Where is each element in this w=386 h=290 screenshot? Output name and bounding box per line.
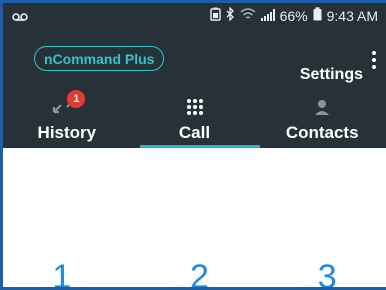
tab-call-label: Call bbox=[178, 123, 211, 142]
wifi-icon bbox=[240, 7, 256, 24]
dial-key-1[interactable]: 1 bbox=[3, 258, 141, 287]
battery-percent: 66% bbox=[279, 7, 308, 24]
bluetooth-icon bbox=[226, 6, 235, 24]
settings-button[interactable]: Settings bbox=[300, 66, 363, 84]
app-bar: nCommand Plus Settings 1 History Call Co… bbox=[3, 29, 386, 148]
tab-contacts[interactable]: Contacts bbox=[258, 90, 386, 148]
signal-icon bbox=[260, 8, 275, 24]
battery-saver-icon bbox=[209, 7, 221, 24]
history-badge: 1 bbox=[67, 90, 86, 108]
dialpad-icon bbox=[186, 98, 204, 121]
overflow-menu-icon[interactable] bbox=[371, 51, 377, 69]
dial-key-2[interactable]: 2 bbox=[141, 258, 259, 287]
voicemail-icon bbox=[12, 9, 28, 25]
dial-key-3[interactable]: 3 bbox=[258, 258, 386, 287]
tab-contacts-label: Contacts bbox=[285, 123, 359, 142]
clock: 9:43 AM bbox=[326, 7, 378, 24]
person-icon bbox=[314, 98, 330, 121]
status-bar: 66% 9:43 AM bbox=[3, 3, 386, 29]
tab-call[interactable]: Call bbox=[131, 90, 259, 148]
tab-history-label: History bbox=[37, 123, 97, 142]
app-label-pill[interactable]: nCommand Plus bbox=[34, 46, 165, 71]
tab-bar: 1 History Call Contacts bbox=[3, 90, 386, 148]
active-tab-indicator bbox=[140, 145, 260, 148]
battery-icon bbox=[313, 7, 322, 24]
tab-history[interactable]: 1 History bbox=[3, 90, 131, 148]
dialpad: 1 2 3 bbox=[3, 258, 386, 287]
app-frame: 66% 9:43 AM nCommand Plus Settings 1 His… bbox=[0, 0, 386, 290]
status-icons: 66% 9:43 AM bbox=[209, 6, 378, 24]
call-history-icon: 1 bbox=[52, 90, 86, 119]
